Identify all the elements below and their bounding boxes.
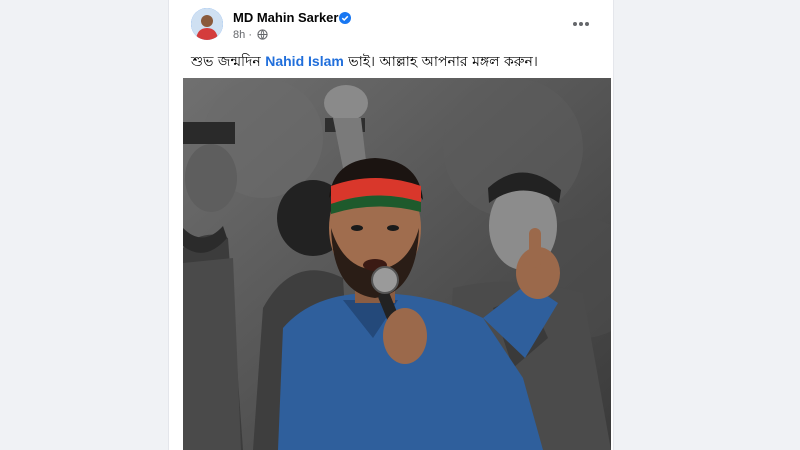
avatar[interactable] <box>191 8 223 40</box>
left-background <box>0 0 168 450</box>
post-caption: শুভ জন্মদিন Nahid Islam ভাই। আল্লাহ আপনা… <box>191 50 601 74</box>
post-meta: 8h · <box>233 29 268 41</box>
more-options-button[interactable] <box>567 12 595 36</box>
person-left <box>183 122 243 450</box>
mention-link[interactable]: Nahid Islam <box>265 53 344 69</box>
more-options-icon <box>573 22 589 26</box>
post-card: MD Mahin Sarker 8h · শুভ জন্মদিন Nahid I… <box>168 0 614 450</box>
globe-icon <box>257 29 268 40</box>
post-header: MD Mahin Sarker 8h · <box>169 0 613 48</box>
verified-badge-icon <box>339 12 351 24</box>
photo-illustration <box>183 78 611 450</box>
caption-text-before: শুভ জন্মদিন <box>191 54 266 70</box>
author-name[interactable]: MD Mahin Sarker <box>233 10 338 25</box>
meta-separator: · <box>248 29 252 41</box>
post-time[interactable]: 8h <box>233 29 245 41</box>
right-background <box>612 0 800 450</box>
post-photo[interactable] <box>183 78 611 450</box>
caption-text-after: ভাই। আল্লাহ আপনার মঙ্গল করুন। <box>343 54 538 70</box>
